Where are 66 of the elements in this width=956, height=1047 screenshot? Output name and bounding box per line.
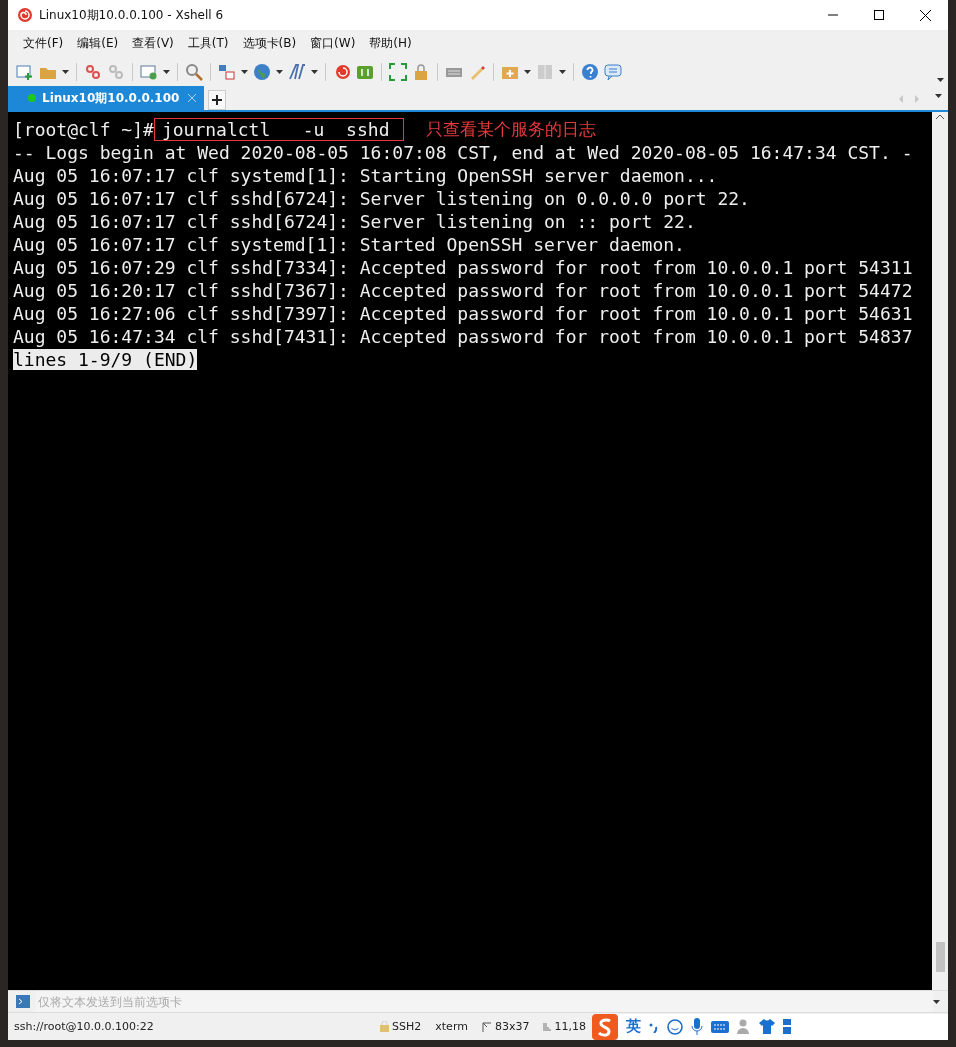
menu-item[interactable]: 帮助(H) <box>362 35 419 52</box>
dropdown-caret-icon[interactable] <box>62 69 69 74</box>
language-mode[interactable]: 英 <box>625 1017 641 1036</box>
dropdown-caret-icon[interactable] <box>524 69 531 74</box>
dropdown-caret-icon[interactable] <box>559 69 566 74</box>
scroll-up-icon[interactable] <box>936 114 944 119</box>
user-icon[interactable] <box>736 1019 751 1034</box>
terminal-size-text: 83x37 <box>494 1020 530 1033</box>
menu-item[interactable]: 查看(V) <box>125 35 181 52</box>
smiley-icon[interactable] <box>666 1018 683 1035</box>
terminal-type-text: xterm <box>435 1020 468 1033</box>
lock-icon <box>380 1021 390 1032</box>
close-icon <box>919 9 931 21</box>
log-line: Aug 05 16:07:17 clf systemd[1]: Started OpenSSH server daemon. <box>13 233 686 256</box>
cursor-position-text: 11,18 <box>554 1020 586 1033</box>
maximize-icon <box>874 10 884 20</box>
close-tab-icon[interactable] <box>188 94 196 102</box>
terminal-icon <box>16 995 30 1008</box>
link-icon[interactable] <box>84 62 102 81</box>
log-line: Aug 05 16:07:17 clf systemd[1]: Starting OpenSSH server daemon... <box>13 164 719 187</box>
plus-icon <box>212 95 222 105</box>
input-method-logo-icon[interactable] <box>591 1013 618 1040</box>
send-menu-icon[interactable] <box>933 999 940 1004</box>
help-icon[interactable] <box>581 62 599 81</box>
log-line: Aug 05 16:27:06 clf sshd[7397]: Accepted password for root from 10.0.0.1 port 54631 <box>13 302 914 325</box>
menu-item[interactable]: 工具(T) <box>180 35 236 52</box>
dropdown-caret-icon[interactable] <box>163 69 170 74</box>
dropdown-caret-icon[interactable] <box>276 69 283 74</box>
layout-icon[interactable] <box>218 62 236 81</box>
new-session-icon[interactable] <box>16 62 34 81</box>
session-tab[interactable]: Linux10期10.0.0.100 <box>8 86 204 110</box>
properties-icon[interactable] <box>140 62 158 81</box>
log-line: Aug 05 16:07:17 clf sshd[6724]: Server listening on 0.0.0.0 port 22. <box>13 187 751 210</box>
tab-list-icon[interactable] <box>935 94 942 98</box>
shirt-icon[interactable] <box>758 1019 775 1034</box>
scroll-thumb[interactable] <box>935 942 945 972</box>
menu-item[interactable]: 窗口(W) <box>303 35 363 52</box>
log-line: Aug 05 16:07:29 clf sshd[7334]: Accepted password for root from 10.0.0.1 port 54311 <box>13 256 914 279</box>
app-logo-icon <box>17 7 33 23</box>
lock-icon[interactable] <box>412 62 430 81</box>
send-text-field[interactable]: 仅将文本发送到当前选项卡 <box>36 991 933 1012</box>
globe-icon[interactable] <box>253 62 271 81</box>
new-tab-button[interactable] <box>208 90 226 110</box>
fullscreen-icon[interactable] <box>389 62 407 81</box>
log-line: Aug 05 16:07:17 clf sshd[6724]: Server listening on :: port 22. <box>13 210 697 233</box>
protocol-text: SSH2 <box>392 1020 422 1033</box>
log-line: Aug 05 16:20:17 clf sshd[7367]: Accepted password for root from 10.0.0.1 port 54472 <box>13 279 914 302</box>
microphone-icon[interactable] <box>690 1018 703 1035</box>
command-text: journalctl -u sshd <box>153 118 405 141</box>
connection-address: ssh://root@10.0.0.100:22 <box>14 1020 155 1033</box>
search-icon[interactable] <box>185 62 203 81</box>
resize-icon <box>481 1021 492 1032</box>
window-title: Linux10期10.0.0.100 - Xshell 6 <box>39 6 225 24</box>
shell-prompt: [root@clf ~]# <box>13 118 154 141</box>
menu-item[interactable]: 文件(F) <box>16 35 71 52</box>
dropdown-caret-icon[interactable] <box>311 69 318 74</box>
menu-item[interactable]: 编辑(E) <box>70 35 126 52</box>
pager-status: lines 1-9/9 (END) <box>13 349 198 370</box>
annotation-text: 只查看某个服务的日志 <box>426 118 597 141</box>
log-line: -- Logs begin at Wed 2020-08-05 16:07:08 CST, end at Wed 2020-08-05 16:47:34 CST. - <box>13 141 914 164</box>
dropdown-caret-icon[interactable] <box>241 69 248 74</box>
toolbar-overflow-icon[interactable] <box>937 78 944 82</box>
log-line: Aug 05 16:47:34 clf sshd[7431]: Accepted password for root from 10.0.0.1 port 54837 <box>13 325 914 348</box>
menu-item[interactable]: 选项卡(B) <box>235 35 304 52</box>
chat-icon[interactable] <box>604 62 622 81</box>
scrollbar[interactable] <box>932 112 948 990</box>
